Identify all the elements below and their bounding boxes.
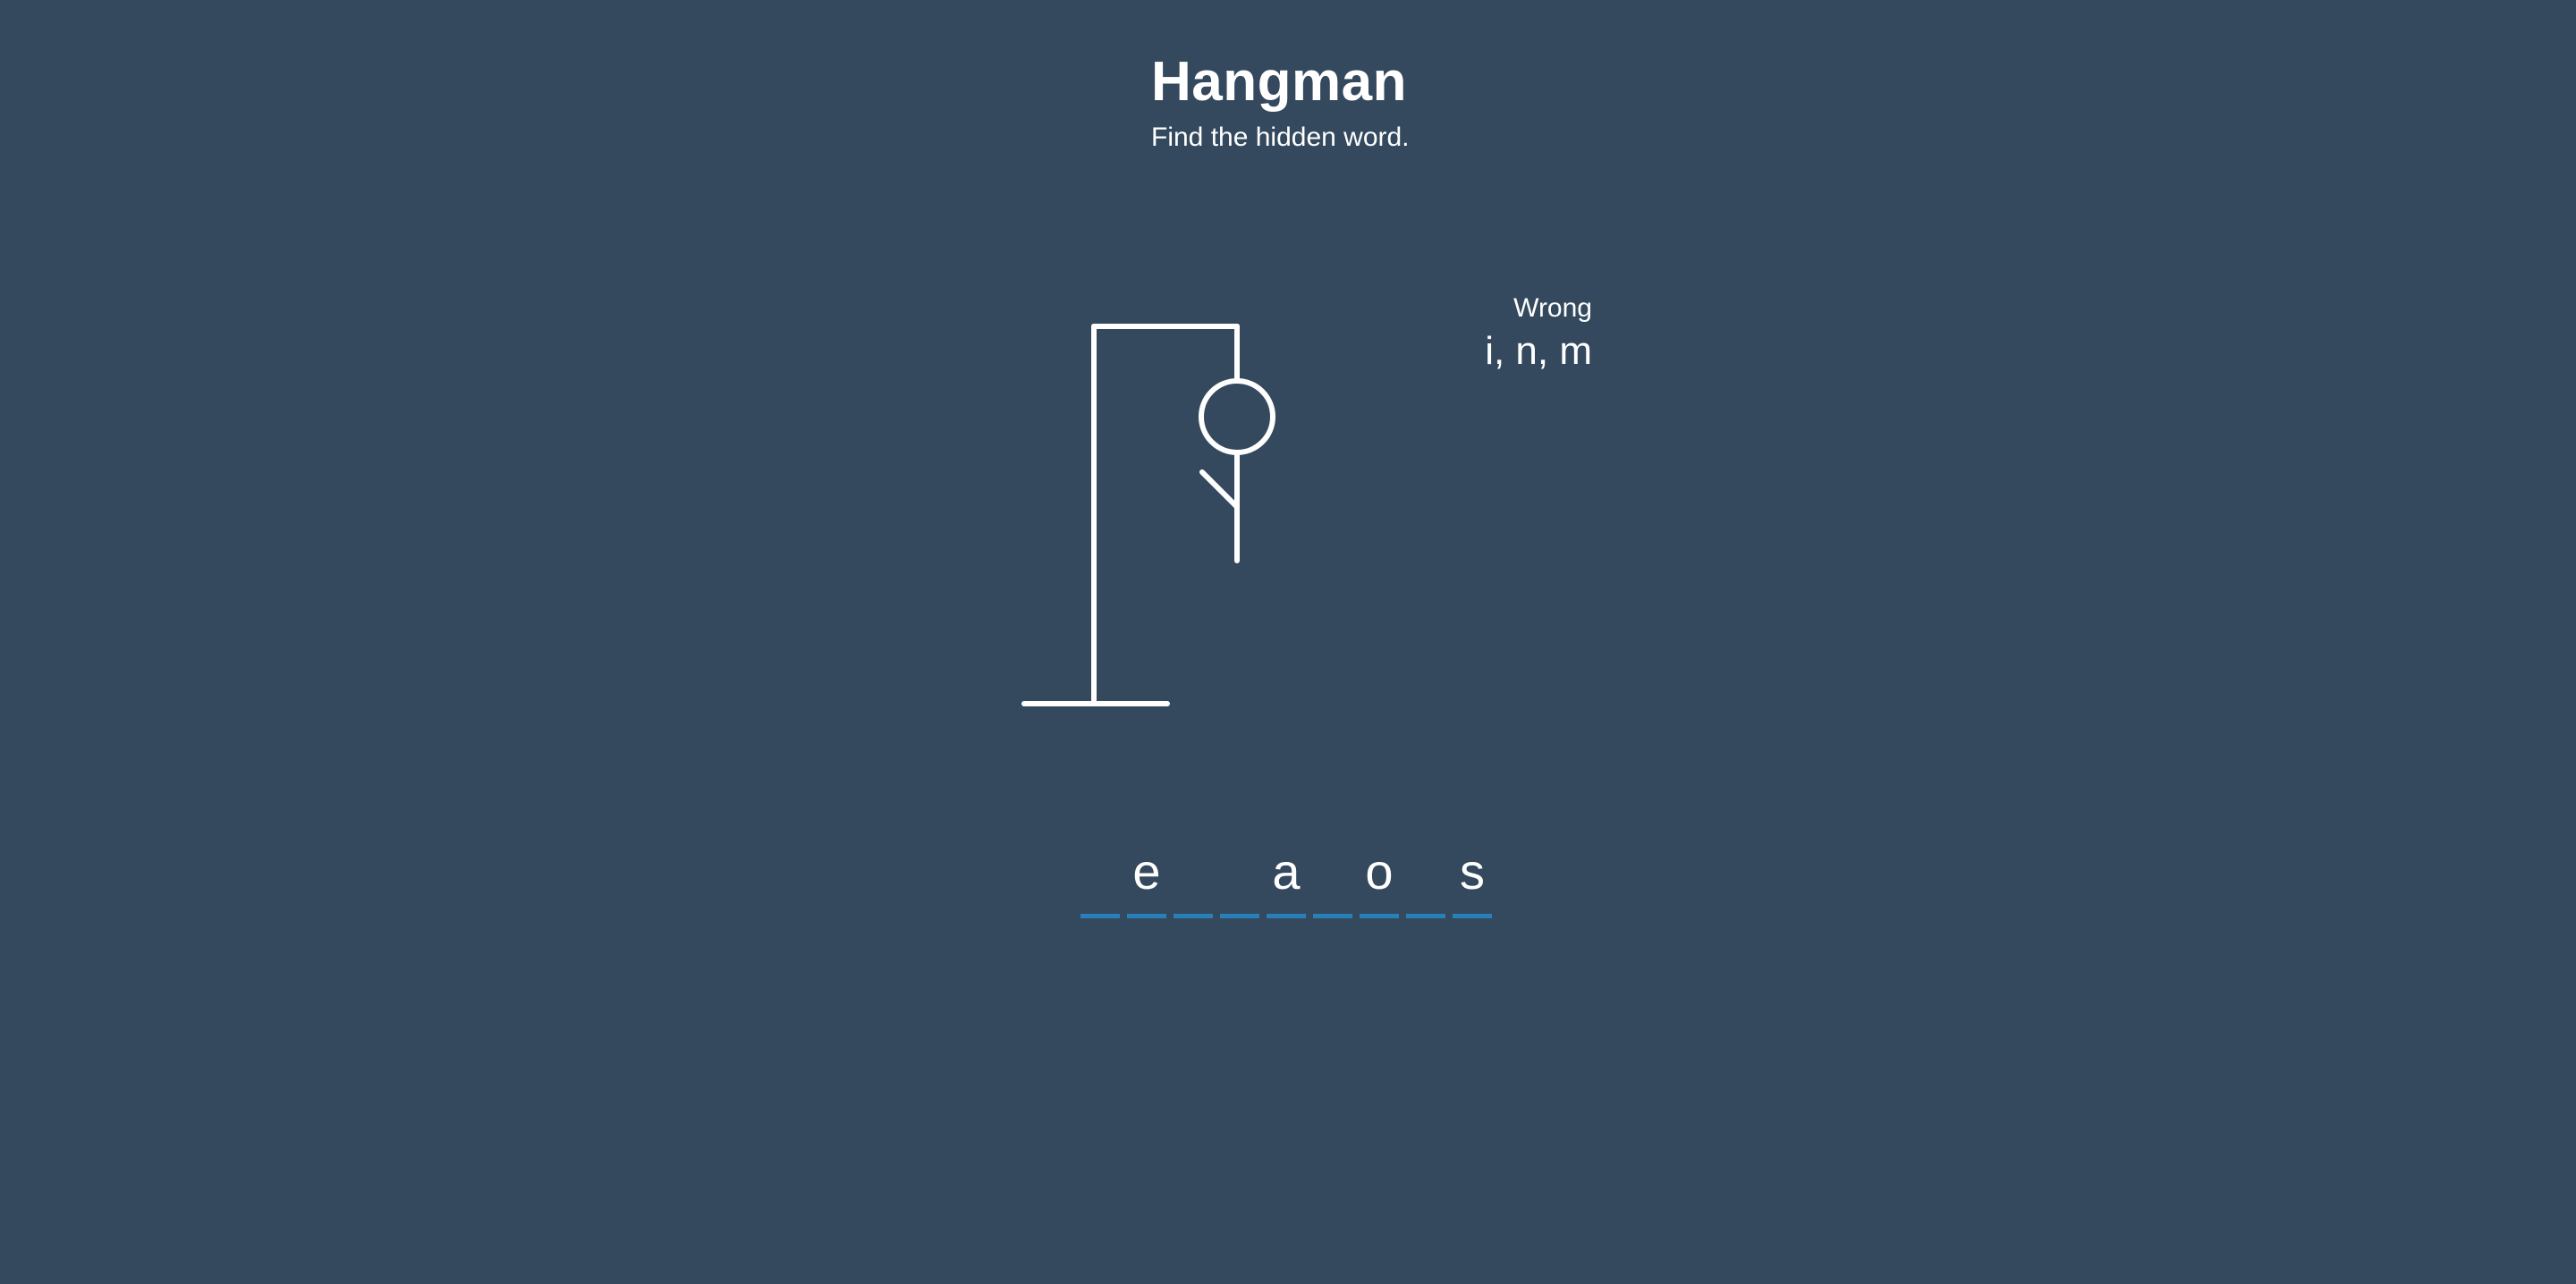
game-title: Hangman: [1151, 51, 1407, 113]
game-subtitle: Find the hidden word.: [1151, 122, 1410, 152]
letter-slot: [1313, 836, 1352, 918]
letter-slot: e: [1127, 836, 1166, 918]
wrong-label: Wrong: [1513, 293, 1592, 323]
letter-slot: [1220, 836, 1259, 918]
letter-slot: [1174, 836, 1213, 918]
figure-left-arm: [1199, 469, 1240, 510]
wrong-letters-panel: Wrong i, n, m: [1413, 291, 1592, 376]
hidden-word: e a o s: [1080, 836, 1492, 918]
figure-head: [1199, 378, 1275, 455]
letter-slot: a: [1267, 836, 1306, 918]
wrong-letters: i, n, m: [1485, 329, 1592, 373]
letter-slot: [1080, 836, 1120, 918]
hangman-drawing: [1021, 324, 1275, 706]
game-header: Hangman Find the hidden word.: [1151, 45, 1688, 156]
hangman-figure: [1011, 313, 1297, 715]
letter-slot: o: [1360, 836, 1399, 918]
hangman-game: Hangman Find the hidden word. Wrong i, n…: [0, 0, 2576, 1284]
letter-slot: s: [1453, 836, 1492, 918]
letter-slot: [1406, 836, 1445, 918]
